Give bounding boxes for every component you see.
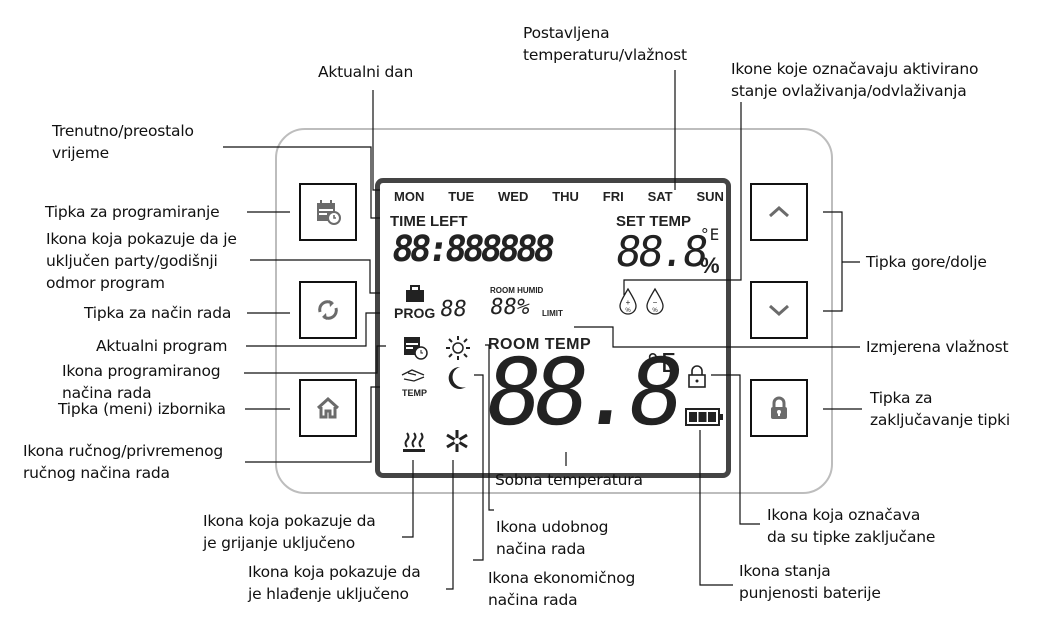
label-manual-icon: Ikona ručnog/privremenog ručnog načina r… (23, 442, 224, 482)
label-prog-button: Tipka za programiranje (45, 203, 220, 221)
label-up-down: Tipka gore/dolje (866, 253, 987, 271)
label-locked-icon: Ikona koja označava da su tipke zaključa… (767, 506, 936, 546)
label-room-temp: Sobna temperatura (495, 471, 643, 489)
label-lock-button: Tipka za zaključavanje tipki (870, 389, 1011, 429)
label-measured-humidity: Izmjerena vlažnost (866, 338, 1009, 356)
label-menu-button: Tipka (meni) izbornika (58, 400, 226, 418)
label-comfort: Ikona udobnog načina rada (496, 518, 609, 558)
label-humid-icons: Ikone koje označavaju aktivirano stanje … (731, 60, 979, 100)
label-party-icon: Ikona koja pokazuje da je uključen party… (46, 230, 237, 292)
label-eco: Ikona ekonomičnog načina rada (488, 569, 636, 609)
label-battery: Ikona stanja punjenosti baterije (739, 562, 881, 602)
label-mode-button: Tipka za način rada (84, 304, 232, 322)
label-heating: Ikona koja pokazuje da je grijanje uklju… (203, 512, 376, 552)
label-current-program: Aktualni program (96, 337, 228, 355)
label-set-temp: Postavljena temperaturu/vlažnost (523, 24, 687, 64)
label-current-day: Aktualni dan (318, 63, 414, 81)
label-time-left: Trenutno/preostalo vrijeme (52, 122, 194, 162)
label-cooling: Ikona koja pokazuje da je hlađenje uklju… (248, 563, 421, 603)
